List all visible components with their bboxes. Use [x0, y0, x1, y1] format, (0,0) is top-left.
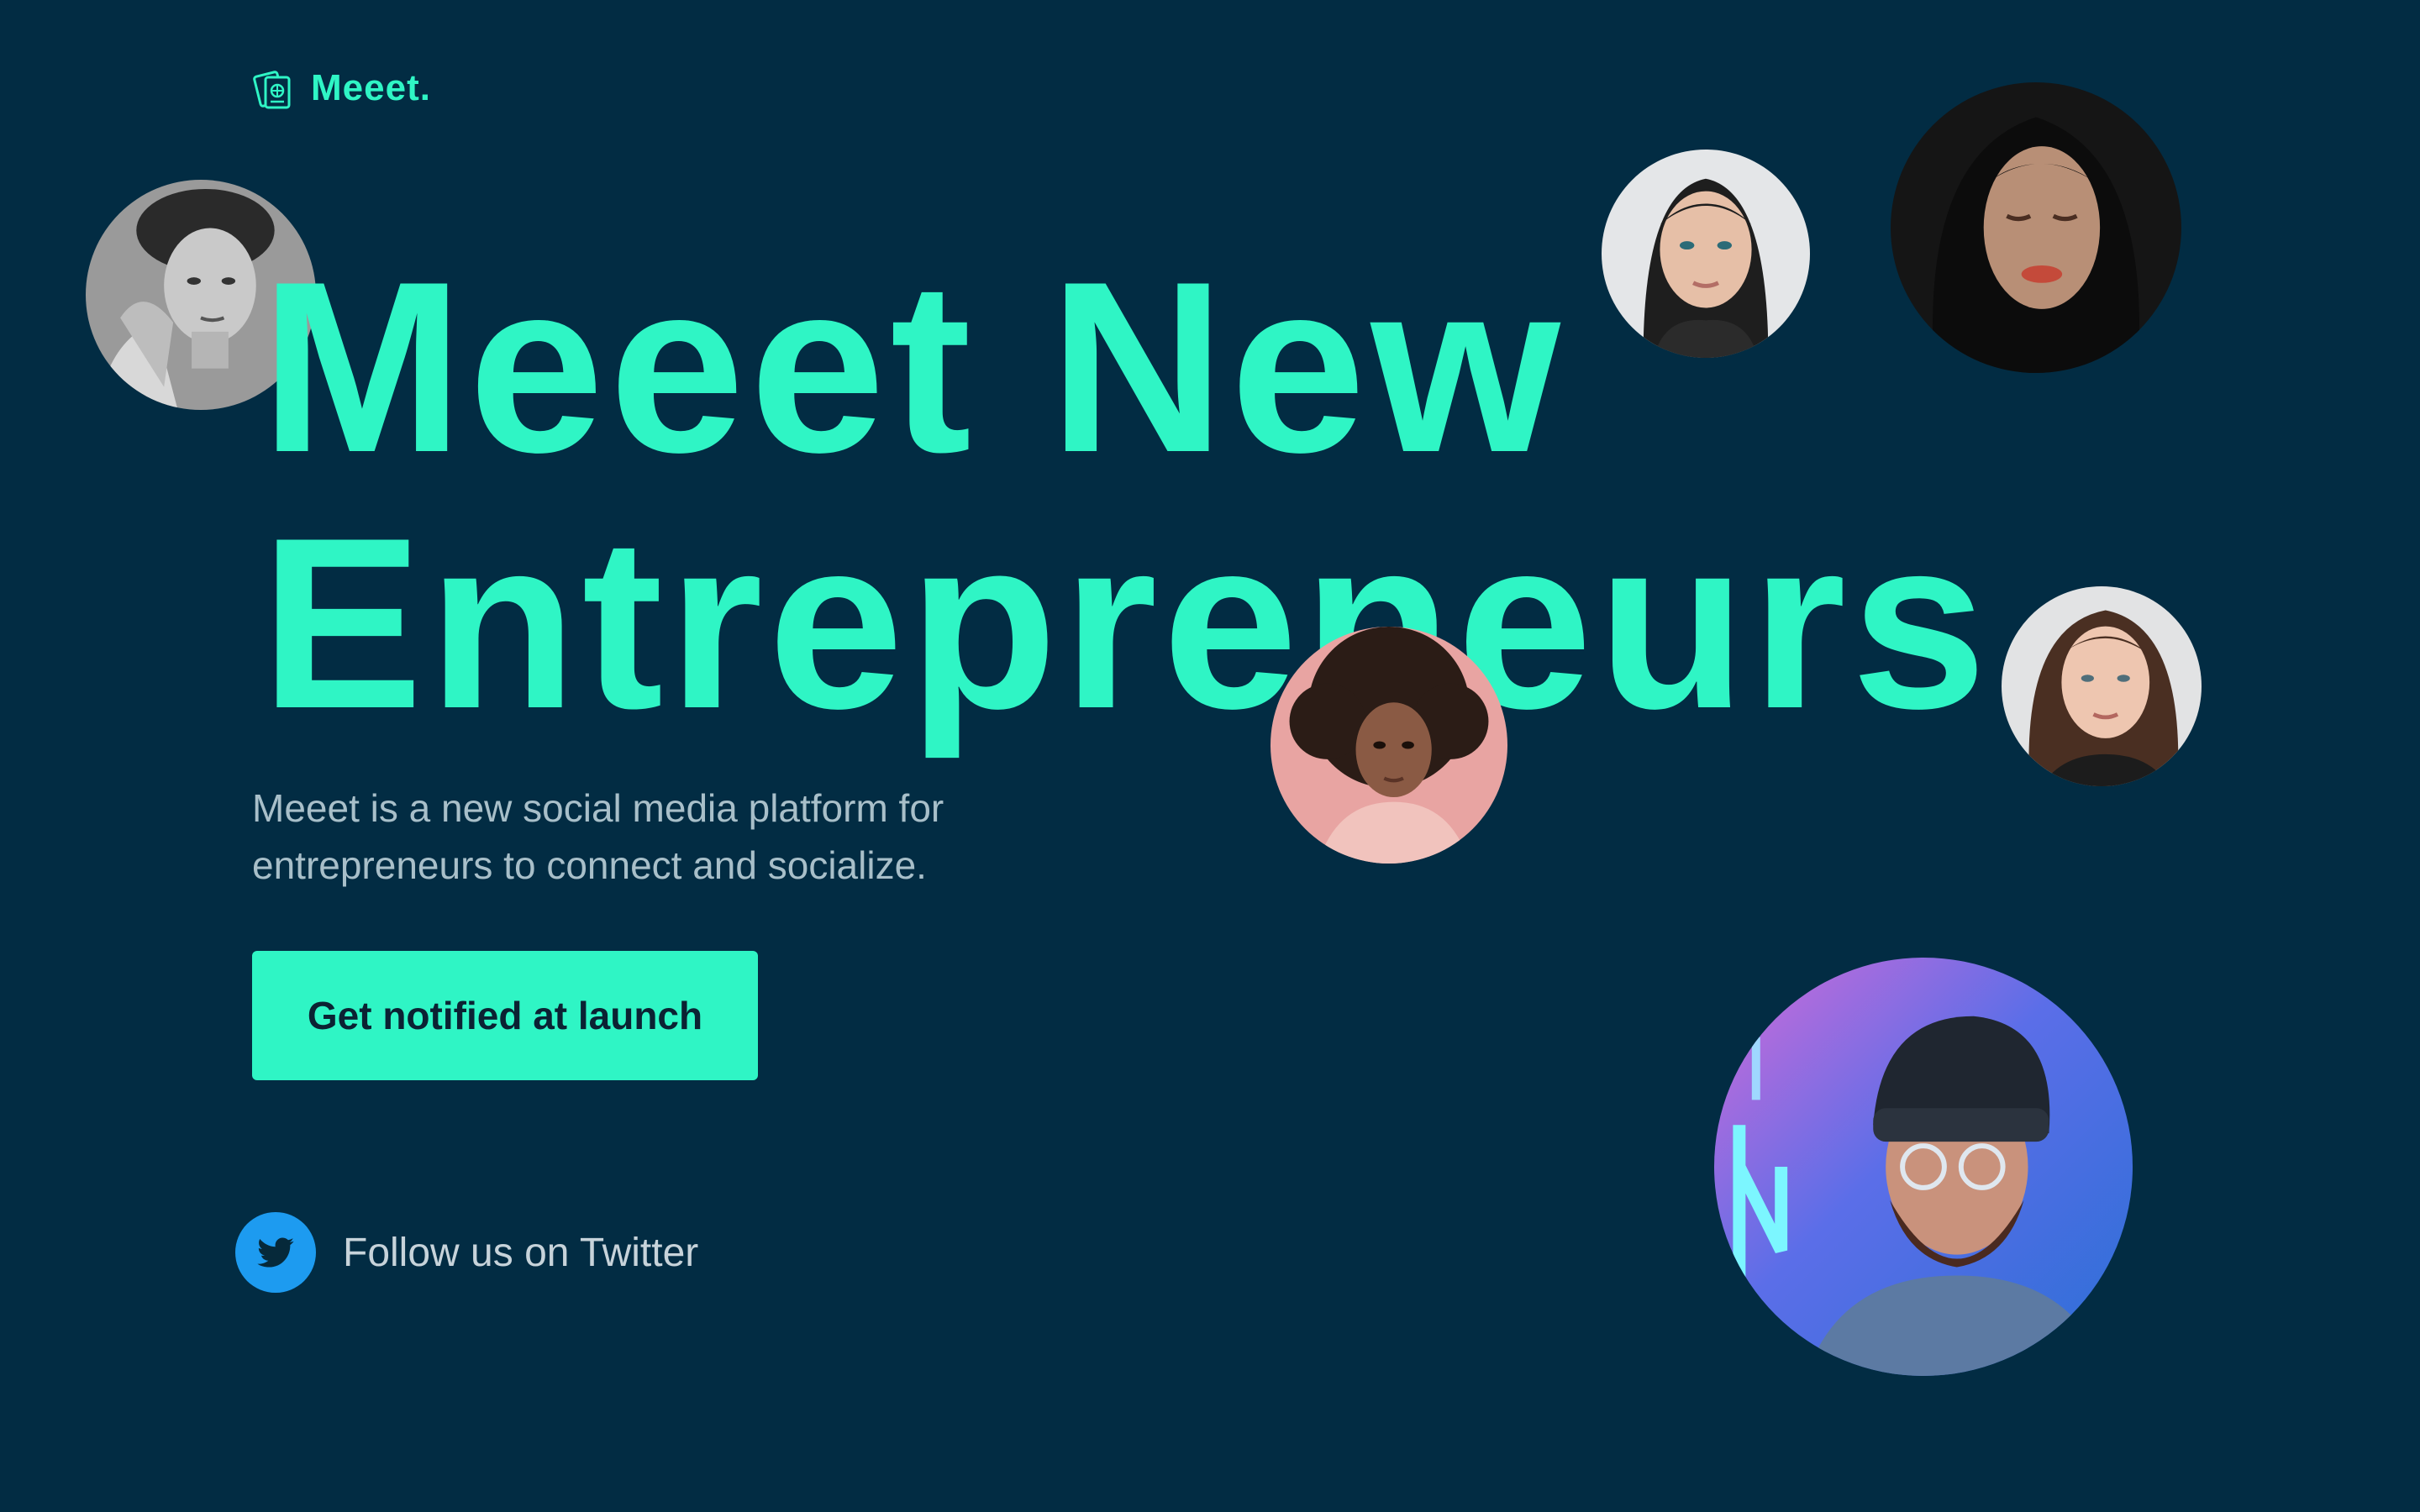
hero-title-line-2: Entrepreneurs — [260, 487, 1992, 759]
brand-name: Meeet. — [311, 67, 431, 108]
passport-logo-icon — [253, 71, 291, 109]
twitter-follow-label: Follow us on Twitter — [343, 1230, 699, 1275]
avatar-woman-curly-hair — [1270, 627, 1507, 864]
twitter-bird-icon — [235, 1212, 316, 1293]
hero-subtitle: Meeet is a new social media platform for… — [252, 786, 944, 887]
hero-title: Meeet New Entrepreneurs — [260, 239, 1991, 752]
twitter-follow-link[interactable]: Follow us on Twitter — [235, 1212, 698, 1293]
hero-title-line-1: Meeet New — [260, 231, 1565, 503]
get-notified-button[interactable]: Get notified at launch — [252, 951, 758, 1080]
brand-logo[interactable]: Meeet. — [252, 67, 431, 109]
avatar-woman-brown-hair — [2002, 586, 2202, 786]
avatar-man-beanie-neon — [1714, 958, 2133, 1376]
